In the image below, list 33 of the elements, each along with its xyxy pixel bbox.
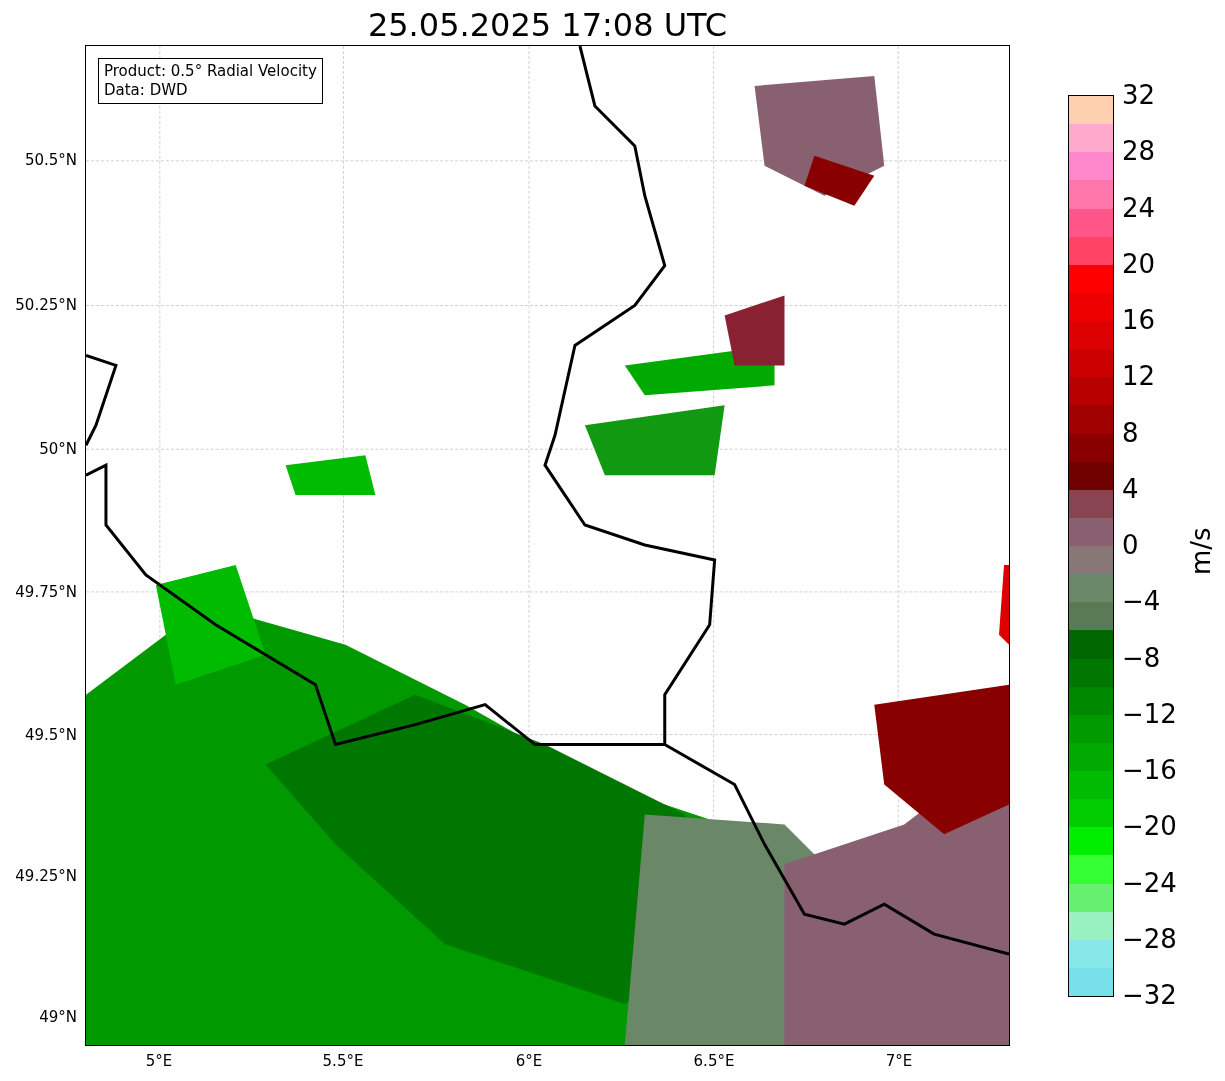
colorbar-tick-label: −4 bbox=[1122, 586, 1161, 617]
colorbar-tick-label: −20 bbox=[1122, 811, 1177, 842]
colorbar-tick-label: −16 bbox=[1122, 755, 1177, 785]
colorbar-tick-label: 24 bbox=[1122, 192, 1156, 223]
colorbar-tick-label: 16 bbox=[1122, 305, 1156, 335]
axis-tick-label: 6.5°E bbox=[693, 1052, 735, 1070]
colorbar-tick-label: −12 bbox=[1122, 698, 1177, 729]
legend-text: Data: DWD bbox=[104, 81, 189, 100]
axis-tick-label: 5°E bbox=[145, 1052, 173, 1070]
colorbar-tick-label: −32 bbox=[1122, 980, 1177, 1010]
axis-tick-label: 5.5°E bbox=[322, 1052, 364, 1070]
colorbar-label: m/s bbox=[1186, 527, 1216, 575]
colorbar-tick-label: 0 bbox=[1122, 530, 1139, 560]
colorbar-tick-label: 12 bbox=[1122, 361, 1156, 392]
legend-text: Product: 0.5° Radial Velocity bbox=[104, 62, 317, 81]
chart-title: 25.05.2025 17:08 UTC bbox=[366, 5, 729, 45]
colorbar-tick-label: 20 bbox=[1122, 248, 1156, 279]
colorbar-tick-label: −8 bbox=[1122, 642, 1161, 673]
colorbar-tick-label: 8 bbox=[1122, 417, 1139, 448]
colorbar-tick-label: −24 bbox=[1122, 867, 1177, 898]
axis-tick-label: 6°E bbox=[515, 1052, 543, 1070]
axis-tick-label: 49.25°N bbox=[15, 867, 77, 885]
axis-tick-label: 50.5°N bbox=[24, 151, 77, 169]
colorbar-tick-label: −28 bbox=[1122, 923, 1177, 954]
axis-tick-label: 49.75°N bbox=[15, 583, 77, 601]
axis-tick-label: 7°E bbox=[885, 1052, 913, 1070]
colorbar-tick-label: 32 bbox=[1122, 80, 1156, 110]
axis-tick-label: 49°N bbox=[39, 1008, 77, 1026]
axis-tick-label: 49.5°N bbox=[24, 726, 77, 744]
axis-tick-label: 50°N bbox=[39, 440, 77, 458]
colorbar-tick-label: 4 bbox=[1122, 473, 1139, 504]
colorbar-tick-label: 28 bbox=[1122, 136, 1156, 167]
axis-tick-label: 50.25°N bbox=[15, 296, 77, 314]
